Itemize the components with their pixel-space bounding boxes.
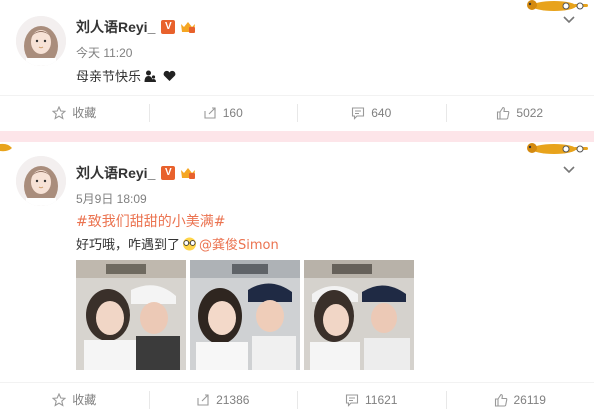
feed-separator (0, 131, 594, 142)
feed-card-2: 刘人语Reyi_ V 5月9日 18:09 #致我们甜甜的小美满# 好巧哦，咋遇… (0, 142, 594, 417)
like-button[interactable]: 5022 (445, 96, 594, 129)
dachshund-decoration-icon (527, 143, 588, 154)
like-button[interactable]: 26119 (445, 383, 594, 416)
action-bar: 收藏 21386 11621 26119 (0, 382, 594, 416)
member-crown-icon (181, 168, 196, 179)
avatar[interactable] (16, 156, 66, 206)
post-text: 好巧哦，咋遇到了 @龚俊Simon (76, 234, 279, 253)
photo-grid (76, 260, 414, 370)
chevron-down-icon[interactable] (562, 162, 576, 176)
repost-icon (197, 393, 209, 406)
like-count: 26119 (513, 392, 546, 407)
sunglasses-emoji-icon (183, 237, 197, 250)
comment-icon (352, 106, 365, 120)
photo-thumbnail[interactable] (304, 260, 414, 370)
post-text-content: 母亲节快乐 (76, 70, 142, 85)
star-icon (52, 105, 67, 120)
like-icon (497, 106, 510, 120)
avatar[interactable] (16, 16, 66, 66)
post-text-content: 好巧哦，咋遇到了 (76, 238, 181, 253)
comment-button[interactable]: 11621 (297, 383, 446, 416)
chevron-down-icon[interactable] (562, 12, 576, 26)
star-icon (52, 392, 67, 407)
repost-count: 21386 (216, 392, 250, 407)
username[interactable]: 刘人语Reyi_ (76, 17, 155, 37)
post-text: 母亲节快乐 (76, 66, 179, 85)
favorite-button[interactable]: 收藏 (0, 383, 149, 416)
like-count: 5022 (516, 105, 544, 120)
comment-icon (345, 393, 359, 407)
comment-count: 640 (371, 105, 392, 120)
like-icon (494, 393, 507, 407)
repost-icon (204, 106, 216, 119)
user-name-row: 刘人语Reyi_ V (76, 18, 196, 36)
comment-count: 11621 (365, 392, 398, 407)
feed-card-1: 刘人语Reyi_ V 今天 11:20 母亲节快乐 收藏 160 640 502… (0, 0, 594, 131)
photo-thumbnail[interactable] (190, 260, 300, 370)
username[interactable]: 刘人语Reyi_ (76, 163, 155, 183)
dachshund-tail-decoration-icon (0, 143, 12, 152)
mention-link[interactable]: @龚俊Simon (199, 234, 279, 253)
member-crown-icon (181, 22, 196, 33)
verified-badge-icon: V (161, 20, 176, 34)
black-heart-icon (163, 70, 176, 81)
verified-badge-icon: V (161, 166, 176, 180)
favorite-label: 收藏 (72, 393, 97, 407)
favorite-label: 收藏 (72, 106, 97, 120)
comment-button[interactable]: 640 (297, 96, 446, 129)
repost-button[interactable]: 160 (148, 96, 298, 129)
dachshund-decoration-icon (527, 0, 588, 11)
topic-link[interactable]: #致我们甜甜的小美满# (76, 211, 225, 231)
post-time[interactable]: 5月9日 18:09 (76, 190, 147, 207)
repost-button[interactable]: 21386 (148, 383, 298, 416)
mother-child-emoji-icon (144, 70, 157, 82)
user-name-row: 刘人语Reyi_ V (76, 164, 196, 182)
photo-thumbnail[interactable] (76, 260, 186, 370)
post-time[interactable]: 今天 11:20 (76, 44, 132, 61)
favorite-button[interactable]: 收藏 (0, 96, 149, 129)
repost-count: 160 (222, 105, 243, 120)
action-bar: 收藏 160 640 5022 (0, 95, 594, 129)
